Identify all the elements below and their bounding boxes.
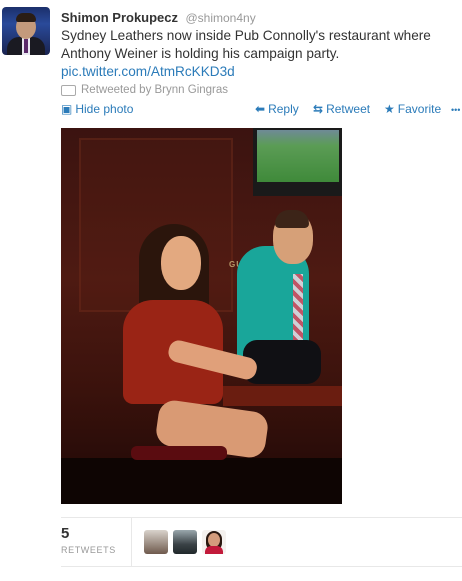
retweeter-avatar-face	[208, 533, 220, 547]
star-icon: ★	[384, 102, 395, 116]
more-button[interactable]: •••	[451, 105, 460, 115]
tweet-body: Sydney Leathers now inside Pub Connolly'…	[61, 28, 431, 61]
stats-divider-top	[61, 517, 462, 518]
retweet-button[interactable]: ⇆ Retweet	[313, 102, 370, 116]
tweet-link[interactable]: pic.twitter.com/AtmRcKKD3d	[61, 63, 235, 81]
retweet-badge-icon	[61, 84, 76, 96]
photo-tv	[253, 128, 342, 196]
retweet-count-label: RETWEETS	[61, 545, 116, 555]
avatar-tie	[24, 39, 28, 53]
retweet-icon: ⇆	[313, 102, 324, 116]
retweeted-by-text[interactable]: Retweeted by Brynn Gingras	[81, 84, 228, 96]
hide-photo-label: Hide photo	[75, 102, 134, 116]
photo-woman-face	[161, 236, 201, 290]
more-icon: •••	[451, 105, 461, 115]
author-name[interactable]: Shimon Prokupecz	[61, 10, 178, 25]
stats-divider-vertical	[131, 518, 132, 566]
retweet-label: Retweet	[326, 102, 371, 116]
photo-stool	[131, 446, 227, 460]
photo-bar-counter	[223, 386, 342, 406]
author-avatar[interactable]	[2, 7, 50, 55]
stats-divider-bottom	[61, 566, 462, 567]
photo-man-tie	[293, 274, 303, 346]
avatar-hair	[16, 13, 36, 22]
tweet-actions: ▣ Hide photo ⬅ Reply ⇆ Retweet ★ Favorit…	[61, 102, 461, 118]
favorite-button[interactable]: ★ Favorite	[384, 102, 441, 116]
retweeter-avatar[interactable]	[202, 530, 226, 554]
reply-button[interactable]: ⬅ Reply	[255, 102, 299, 116]
favorite-label: Favorite	[397, 102, 442, 116]
hide-photo-button[interactable]: ▣ Hide photo	[61, 102, 133, 116]
author-handle[interactable]: @shimon4ny	[185, 11, 255, 25]
photo-icon: ▣	[61, 102, 73, 116]
tweet-photo[interactable]: GUINNESS	[61, 128, 342, 504]
retweeted-by: Retweeted by Brynn Gingras	[61, 84, 228, 96]
photo-tv-screen	[257, 130, 339, 182]
photo-man-hair	[275, 210, 309, 228]
retweeter-avatar[interactable]	[173, 530, 197, 554]
reply-icon: ⬅	[255, 102, 266, 116]
retweet-count[interactable]: 5	[61, 525, 69, 542]
retweeter-avatar-body	[205, 546, 223, 554]
tweet-header: Shimon Prokupecz @shimon4ny	[61, 9, 256, 27]
tweet-text: Sydney Leathers now inside Pub Connolly'…	[61, 27, 456, 81]
reply-label: Reply	[268, 102, 299, 116]
retweeter-avatar[interactable]	[144, 530, 168, 554]
photo-floor	[61, 458, 342, 504]
